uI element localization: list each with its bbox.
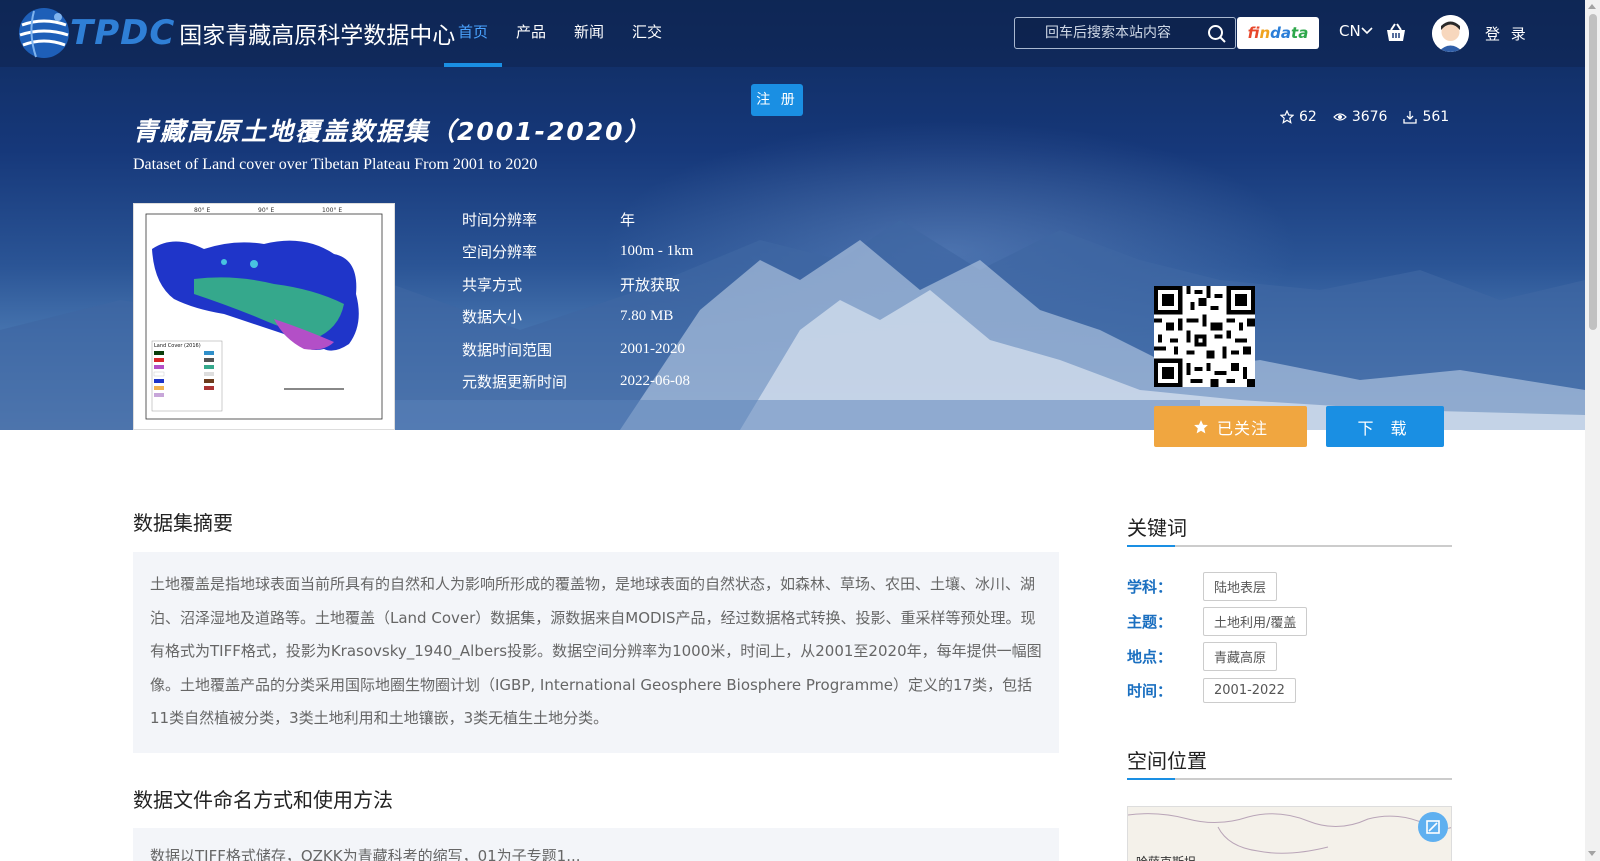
logo-tpdc-text: TPDC	[70, 13, 176, 53]
dataset-thumbnail[interactable]: 80° E 90° E 100° E Land Cover (2016)	[133, 203, 395, 430]
meta-value: 2001-2020	[620, 340, 685, 357]
abstract-title: 数据集摘要	[133, 511, 233, 535]
tick-90e: 90° E	[258, 207, 275, 214]
eye-icon	[1332, 113, 1347, 121]
search-input[interactable]	[1015, 18, 1195, 48]
keywords-divider	[1127, 545, 1452, 547]
follow-button[interactable]: 已关注	[1154, 406, 1307, 447]
findata-button[interactable]: findata	[1237, 17, 1319, 49]
star-filled-icon	[1194, 419, 1208, 433]
findata-letter-1: f	[1247, 24, 1260, 42]
user-avatar-icon	[1432, 15, 1469, 52]
scroll-thumb[interactable]	[1589, 14, 1597, 330]
search-box	[1014, 17, 1236, 49]
map-label: 哈萨克斯坦	[1136, 853, 1196, 861]
tick-80e: 80° E	[194, 207, 211, 214]
findata-letter-3: da	[1270, 24, 1292, 42]
location-title: 空间位置	[1127, 749, 1207, 773]
legend-title: Land Cover (2016)	[154, 343, 201, 349]
keyword-tag[interactable]: 土地利用/覆盖	[1203, 607, 1308, 636]
meta-label: 数据时间范围	[462, 340, 553, 359]
qr-code-icon	[1154, 286, 1255, 387]
keyword-tag[interactable]: 青藏高原	[1203, 642, 1278, 671]
logo-chinese-text: 国家青藏高原科学数据中心	[179, 23, 456, 49]
keywords-title: 关键词	[1127, 516, 1187, 540]
favorites-count: 62	[1299, 109, 1317, 125]
keyword-tag[interactable]: 陆地表层	[1203, 572, 1278, 601]
keyword-row-time: 时间： 2001-2022	[1127, 678, 1296, 703]
usage-body: 数据以TIFF格式储存，QZKK为青藏科考的缩写，01为子专题1...	[133, 828, 1059, 861]
login-link[interactable]: 登 录	[1485, 23, 1529, 44]
views-count: 3676	[1351, 109, 1388, 125]
download-icon	[1403, 111, 1418, 124]
meta-row-updated: 元数据更新时间 2022-06-08	[462, 366, 693, 399]
map-expand-button[interactable]	[1418, 812, 1448, 842]
keyword-label: 时间：	[1127, 682, 1173, 700]
star-outline-icon	[1280, 110, 1294, 124]
meta-label: 空间分辨率	[462, 243, 538, 262]
expand-icon	[1426, 820, 1440, 834]
keyword-tag[interactable]: 2001-2022	[1203, 678, 1296, 703]
nav-products[interactable]: 产品	[502, 0, 560, 67]
location-divider	[1127, 778, 1452, 780]
abstract-body: 土地覆盖是指地球表面当前所具有的自然和人为影响所形成的覆盖物，是地球表面的自然状…	[133, 552, 1059, 753]
dataset-stats: 62 3676 561	[1280, 109, 1449, 125]
register-button[interactable]: 注 册	[751, 84, 803, 116]
downloads-stat: 561	[1403, 109, 1449, 125]
search-icon[interactable]	[1207, 24, 1227, 44]
meta-row-data-size: 数据大小 7.80 MB	[462, 301, 693, 334]
favorites-stat: 62	[1280, 109, 1317, 125]
tick-100e: 100° E	[322, 207, 342, 214]
views-stat: 3676	[1332, 109, 1388, 125]
page-scrollbar[interactable]	[1585, 0, 1600, 861]
meta-label: 共享方式	[462, 275, 523, 294]
keyword-row-place: 地点： 青藏高原	[1127, 642, 1278, 671]
downloads-count: 561	[1422, 109, 1450, 125]
nav-news[interactable]: 新闻	[560, 0, 618, 67]
dataset-metadata: 时间分辨率 年 空间分辨率 100m - 1km 共享方式 开放获取 数据大小 …	[462, 203, 693, 398]
keyword-label: 学科：	[1127, 578, 1173, 596]
findata-letter-2: in	[1259, 24, 1271, 42]
usage-title: 数据文件命名方式和使用方法	[133, 788, 393, 812]
keyword-row-theme: 主题： 土地利用/覆盖	[1127, 607, 1308, 636]
meta-row-spatial-resolution: 空间分辨率 100m - 1km	[462, 236, 693, 269]
meta-row-temporal-resolution: 时间分辨率 年	[462, 203, 693, 236]
meta-value: 开放获取	[620, 277, 681, 294]
language-selector[interactable]: CN	[1339, 22, 1373, 40]
globe-logo-icon	[19, 8, 69, 58]
meta-row-time-range: 数据时间范围 2001-2020	[462, 333, 693, 366]
land-cover-map-image: 80° E 90° E 100° E Land Cover (2016)	[134, 204, 394, 429]
dataset-subtitle: Dataset of Land cover over Tibetan Plate…	[133, 156, 538, 173]
download-button[interactable]: 下 载	[1326, 406, 1444, 447]
location-map[interactable]: 哈萨克斯坦	[1127, 806, 1452, 861]
main-nav: 首页 产品 新闻 汇交	[444, 0, 676, 67]
follow-label: 已关注	[1216, 418, 1268, 438]
keyword-row-discipline: 学科： 陆地表层	[1127, 572, 1278, 601]
basket-icon[interactable]	[1385, 22, 1407, 44]
meta-value: 7.80 MB	[620, 308, 674, 325]
meta-row-sharing: 共享方式 开放获取	[462, 268, 693, 301]
nav-submit[interactable]: 汇交	[618, 0, 676, 67]
keyword-label: 主题：	[1127, 613, 1173, 631]
top-nav-bar: TPDC 国家青藏高原科学数据中心 首页 产品 新闻 汇交 findata CN	[0, 0, 1585, 67]
nav-home[interactable]: 首页	[444, 0, 503, 67]
meta-label: 时间分辨率	[462, 210, 538, 229]
findata-letter-4: ta	[1291, 24, 1309, 42]
meta-value: 年	[620, 212, 636, 229]
meta-label: 元数据更新时间	[462, 373, 568, 392]
site-logo[interactable]: TPDC 国家青藏高原科学数据中心	[14, 3, 455, 63]
meta-value: 100m - 1km	[620, 243, 694, 260]
chevron-down-icon	[1361, 27, 1373, 35]
scroll-up-arrow[interactable]	[1588, 4, 1596, 9]
language-label: CN	[1339, 22, 1361, 40]
meta-label: 数据大小	[462, 308, 523, 327]
keyword-label: 地点：	[1127, 648, 1173, 666]
user-avatar[interactable]	[1432, 15, 1469, 52]
scroll-down-arrow[interactable]	[1588, 851, 1596, 856]
meta-value: 2022-06-08	[620, 373, 690, 390]
dataset-title: 青藏高原土地覆盖数据集（2001-2020）	[133, 117, 652, 146]
